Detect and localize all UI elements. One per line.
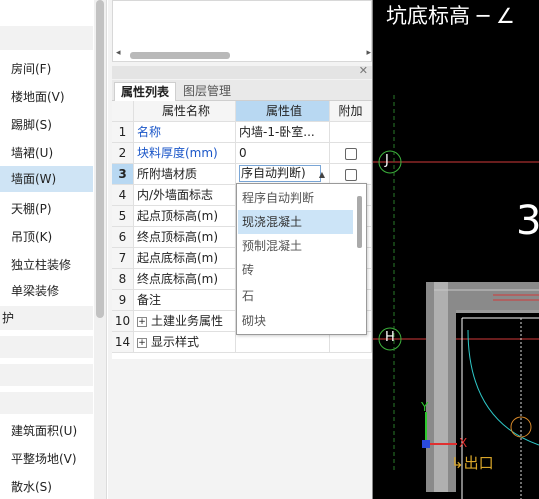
prop-name: 起点顶标高(m) xyxy=(134,206,236,227)
row-number: 5 xyxy=(112,206,134,227)
grid-header-corner xyxy=(112,101,134,122)
left-scrollbar-thumb[interactable] xyxy=(96,0,104,318)
left-item-ceiling[interactable]: 天棚(P) xyxy=(0,196,93,222)
row-number: 8 xyxy=(112,269,134,290)
cad-drawing-canvas[interactable]: 坑底标高 ─ ∠ J H 3 Y X ↳出口 xyxy=(373,0,539,499)
row-number: 10 xyxy=(112,311,134,332)
row-number: 4 xyxy=(112,185,134,206)
dropdown-option[interactable]: 预制混凝土 xyxy=(238,234,353,258)
left-panel: 房间(F) 楼地面(V) 踢脚(S) 墙裙(U) 墙面(W) 天棚(P) 吊顶(… xyxy=(0,0,107,499)
left-item-building-area[interactable]: 建筑面积(U) xyxy=(0,418,93,444)
left-section-blank-3 xyxy=(0,392,93,414)
left-section-blank-1 xyxy=(0,336,93,358)
cad-title-text: 坑底标高 ─ ∠ xyxy=(386,4,515,28)
prop-value-name[interactable]: 内墙-1-卧室... xyxy=(236,122,330,143)
prop-name: 内/外墙面标志 xyxy=(134,185,236,206)
wall-left-inner xyxy=(434,282,448,492)
prop-name: 终点底标高(m) xyxy=(134,269,236,290)
dropdown-option[interactable]: 程序自动判断 xyxy=(238,186,353,210)
group-label: 土建业务属性 xyxy=(151,314,224,328)
prop-extra-cell xyxy=(330,332,372,353)
axis-label-j: J xyxy=(385,153,389,168)
left-item-wall-surface[interactable]: 墙面(W) xyxy=(0,166,93,192)
expand-plus-icon[interactable]: + xyxy=(137,337,147,348)
row-number: 2 xyxy=(112,143,134,164)
cyan-arc xyxy=(467,329,539,446)
prop-name: 备注 xyxy=(134,290,236,311)
row-number: 14 xyxy=(112,332,134,353)
prop-name: 块料厚度(mm) xyxy=(134,143,236,164)
attach-checkbox[interactable] xyxy=(344,168,357,181)
panel-titlebar: ✕ xyxy=(112,64,372,79)
prop-value-thickness[interactable]: 0 xyxy=(236,143,330,164)
left-section-blank-2 xyxy=(0,364,93,386)
wall-material-dropdown: 程序自动判断 现浇混凝土 预制混凝土 砖 石 砌块 xyxy=(236,183,367,335)
exit-label: ↳出口 xyxy=(451,454,494,472)
property-tabs: 属性列表 图层管理 xyxy=(112,80,372,101)
row-number: 3 xyxy=(112,164,134,185)
left-item-column-decoration[interactable]: 独立柱装修 xyxy=(0,252,93,278)
prop-name: 终点顶标高(m) xyxy=(134,227,236,248)
dropdown-option-selected[interactable]: 现浇混凝土 xyxy=(238,210,353,234)
horizontal-scrollbar-thumb[interactable] xyxy=(130,52,230,59)
cad-drawing xyxy=(373,95,539,499)
prop-name: 起点底标高(m) xyxy=(134,248,236,269)
origin-marker xyxy=(422,440,430,448)
left-item-beam-decoration[interactable]: 单梁装修 xyxy=(0,278,93,304)
cad-number: 3 xyxy=(516,198,539,244)
dropdown-scrollbar-thumb[interactable] xyxy=(357,196,362,248)
prop-name: 名称 xyxy=(134,122,236,143)
panel-close-icon[interactable]: ✕ xyxy=(359,64,368,77)
scroll-right-icon[interactable]: ▸ xyxy=(366,48,371,58)
left-item-skirting[interactable]: 踢脚(S) xyxy=(0,112,93,138)
tab-layer-management[interactable]: 图层管理 xyxy=(177,82,237,101)
dropdown-option[interactable]: 石 xyxy=(238,284,353,308)
axis-x-label: X xyxy=(459,436,468,450)
attach-checkbox[interactable] xyxy=(344,147,357,160)
group-display-style[interactable]: + 显示样式 xyxy=(134,332,236,353)
axis-y-label: Y xyxy=(421,400,429,414)
row-number: 9 xyxy=(112,290,134,311)
scroll-left-icon[interactable]: ◂ xyxy=(116,48,121,58)
prop-extra-cell xyxy=(330,122,372,143)
group-civil-attributes[interactable]: + 土建业务属性 xyxy=(134,311,236,332)
left-item-site-leveling[interactable]: 平整场地(V) xyxy=(0,446,93,472)
prop-value xyxy=(236,332,330,353)
header-extra: 附加 xyxy=(330,101,372,122)
prop-extra-cell xyxy=(330,164,372,185)
prop-extra-cell xyxy=(330,143,372,164)
dropdown-option[interactable]: 砌块 xyxy=(238,309,353,333)
left-section-protect[interactable]: 护 xyxy=(0,306,93,330)
wall-material-select[interactable]: 序自动判断) xyxy=(239,165,321,182)
prop-value-wall-material[interactable]: 序自动判断) ▲ xyxy=(236,164,330,185)
wall-edge xyxy=(456,310,539,313)
expand-plus-icon[interactable]: + xyxy=(137,316,147,327)
header-property-value: 属性值 xyxy=(236,101,330,122)
row-number: 6 xyxy=(112,227,134,248)
axis-label-h: H xyxy=(385,330,395,345)
prop-name: 所附墙材质 xyxy=(134,164,236,185)
left-item-floor[interactable]: 楼地面(V) xyxy=(0,84,93,110)
header-property-name: 属性名称 xyxy=(134,101,236,122)
left-header xyxy=(0,26,93,50)
left-item-dado[interactable]: 墙裙(U) xyxy=(0,140,93,166)
left-item-room[interactable]: 房间(F) xyxy=(0,56,93,82)
chevron-down-icon[interactable]: ▲ xyxy=(319,164,325,184)
dropdown-option[interactable]: 砖 xyxy=(238,258,353,282)
row-number: 1 xyxy=(112,122,134,143)
tab-property-list[interactable]: 属性列表 xyxy=(114,82,177,101)
row-number: 7 xyxy=(112,248,134,269)
group-label: 显示样式 xyxy=(151,335,200,349)
left-item-suspended-ceiling[interactable]: 吊顶(K) xyxy=(0,224,93,250)
left-item-apron[interactable]: 散水(S) xyxy=(0,474,93,499)
